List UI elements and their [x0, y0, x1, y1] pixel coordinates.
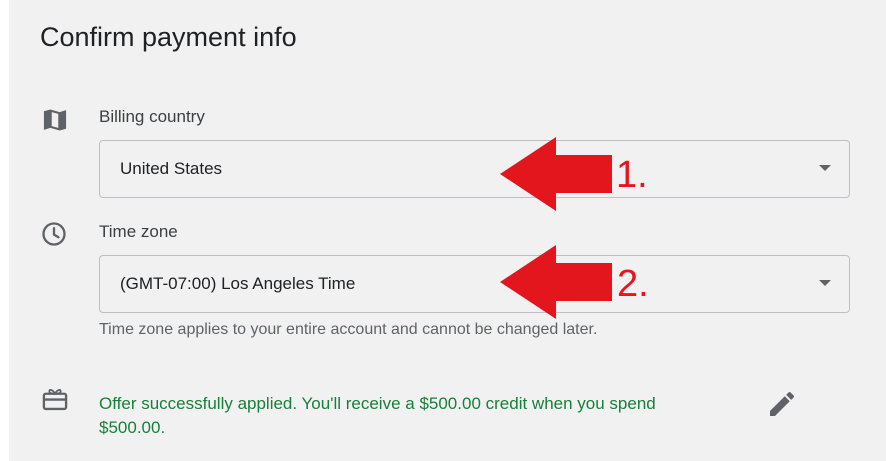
- red-arrow-icon: [500, 245, 612, 319]
- time-zone-label: Time zone: [99, 222, 178, 241]
- chevron-down-icon: [819, 280, 831, 286]
- left-divider: [0, 0, 9, 461]
- edit-offer-button[interactable]: [766, 388, 798, 420]
- gift-card-icon: [41, 385, 69, 413]
- billing-country-value: United States: [120, 159, 223, 178]
- annotation-number-1: 1.: [616, 154, 648, 196]
- page-title: Confirm payment info: [40, 22, 297, 52]
- red-arrow-icon: [500, 137, 612, 211]
- time-zone-select[interactable]: (GMT-07:00) Los Angeles Time: [99, 255, 850, 313]
- clock-icon: [40, 220, 68, 248]
- time-zone-helper-text: Time zone applies to your entire account…: [99, 321, 598, 338]
- offer-applied-message: Offer successfully applied. You'll recei…: [99, 394, 656, 437]
- chevron-down-icon: [819, 165, 831, 171]
- annotation-number-2: 2.: [617, 263, 649, 305]
- pencil-icon: [770, 391, 795, 416]
- billing-country-label: Billing country: [99, 107, 205, 126]
- map-icon: [41, 106, 69, 134]
- billing-country-select[interactable]: United States: [99, 140, 850, 198]
- time-zone-value: (GMT-07:00) Los Angeles Time: [120, 274, 356, 293]
